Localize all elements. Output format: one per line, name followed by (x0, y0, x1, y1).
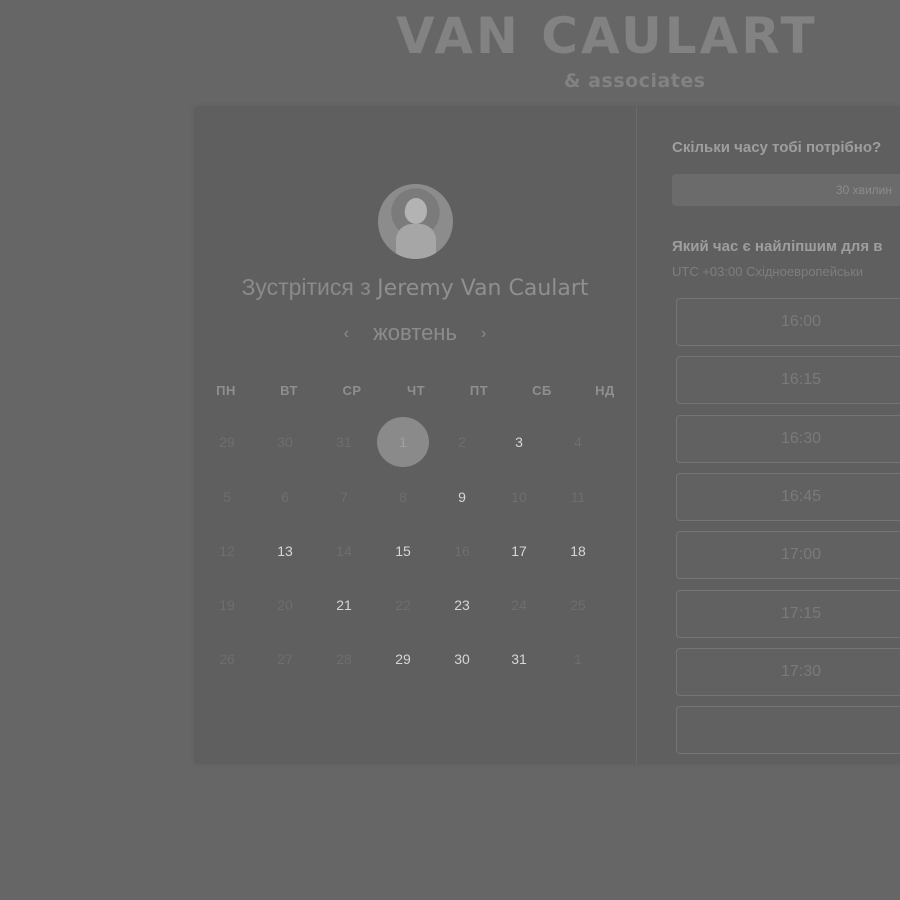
weekday-label: СБ (532, 383, 552, 398)
weekday-label: ПТ (469, 383, 489, 398)
calendar-day: 26 (219, 651, 235, 667)
time-question: Який час є найліпшим для в (672, 238, 883, 255)
time-slot-button[interactable]: 16:30 (676, 414, 900, 463)
calendar-day: 27 (277, 651, 293, 667)
calendar-day: 28 (336, 651, 352, 667)
calendar-day[interactable]: 30 (436, 634, 488, 684)
booking-card: Зустрітися з Jeremy Van Caulart ‹ жовтен… (194, 106, 900, 764)
calendar-day-selected[interactable]: 1 (377, 417, 429, 467)
weekday-label: ВТ (280, 383, 298, 398)
calendar-day[interactable]: 18 (552, 526, 604, 576)
host-name: Jeremy Van Caulart (377, 276, 589, 301)
calendar-day: 29 (219, 434, 235, 450)
meeting-title-prefix: Зустрітися з (241, 274, 371, 300)
meeting-title: Зустрітися з Jeremy Van Caulart (194, 274, 636, 301)
calendar-day[interactable]: 21 (318, 580, 370, 630)
time-slot-button[interactable]: 16:15 (676, 356, 900, 405)
calendar-day: 25 (570, 597, 586, 613)
calendar-day: 5 (223, 489, 231, 505)
calendar-day: 12 (219, 543, 235, 559)
chevron-left-icon[interactable]: ‹ (338, 325, 355, 343)
brand-subtitle: & associates (564, 70, 706, 92)
calendar-day[interactable]: 13 (259, 526, 311, 576)
calendar-day[interactable]: 3 (493, 417, 545, 467)
time-pane: Скільки часу тобі потрібно? 30 хвилин Як… (637, 106, 900, 764)
duration-question: Скільки часу тобі потрібно? (672, 139, 882, 156)
calendar-day: 4 (574, 434, 582, 450)
avatar (378, 184, 453, 259)
calendar-day[interactable]: 29 (377, 634, 429, 684)
calendar-day[interactable]: 23 (436, 580, 488, 630)
chevron-right-icon[interactable]: › (475, 325, 492, 343)
time-slot-button[interactable] (676, 706, 900, 755)
calendar-day: 19 (219, 597, 235, 613)
duration-select[interactable]: 30 хвилин (672, 174, 900, 206)
weekday-label: СР (342, 383, 362, 398)
calendar-day: 22 (395, 597, 411, 613)
calendar-day: 24 (511, 597, 527, 613)
weekday-label: ЧТ (406, 383, 426, 398)
time-slot-button[interactable]: 17:30 (676, 647, 900, 696)
weekday-label: ПН (216, 383, 236, 398)
calendar-day: 14 (336, 543, 352, 559)
calendar-day[interactable]: 9 (436, 472, 488, 522)
calendar-day: 10 (511, 489, 527, 505)
time-slot-button[interactable]: 17:15 (676, 589, 900, 638)
time-slot-button[interactable]: 16:00 (676, 298, 900, 346)
calendar-day: 16 (454, 543, 470, 559)
calendar-day[interactable]: 17 (493, 526, 545, 576)
time-slot-button[interactable]: 17:00 (676, 531, 900, 580)
calendar-day: 2 (458, 434, 466, 450)
time-slot-button[interactable]: 16:45 (676, 472, 900, 521)
brand-name: VAN CAULART (396, 7, 818, 65)
timezone-label[interactable]: UTC +03:00 Східноевропейськи (672, 264, 863, 279)
brand-logo: VAN CAULART & associates (396, 7, 900, 92)
calendar-day: 6 (281, 489, 289, 505)
calendar-day: 11 (570, 489, 586, 505)
calendar-day: 7 (340, 489, 348, 505)
calendar-day[interactable]: 15 (377, 526, 429, 576)
calendar-day[interactable]: 31 (493, 634, 545, 684)
calendar-day: 8 (399, 489, 407, 505)
weekday-label: НД (595, 383, 615, 398)
month-label: жовтень (373, 320, 457, 345)
calendar-day: 30 (277, 434, 293, 450)
calendar-pane: Зустрітися з Jeremy Van Caulart ‹ жовтен… (194, 106, 637, 764)
calendar-day: 20 (277, 597, 293, 613)
calendar-day: 1 (574, 651, 582, 667)
calendar-day: 31 (336, 434, 352, 450)
month-navigation: ‹ жовтень › (194, 320, 636, 350)
